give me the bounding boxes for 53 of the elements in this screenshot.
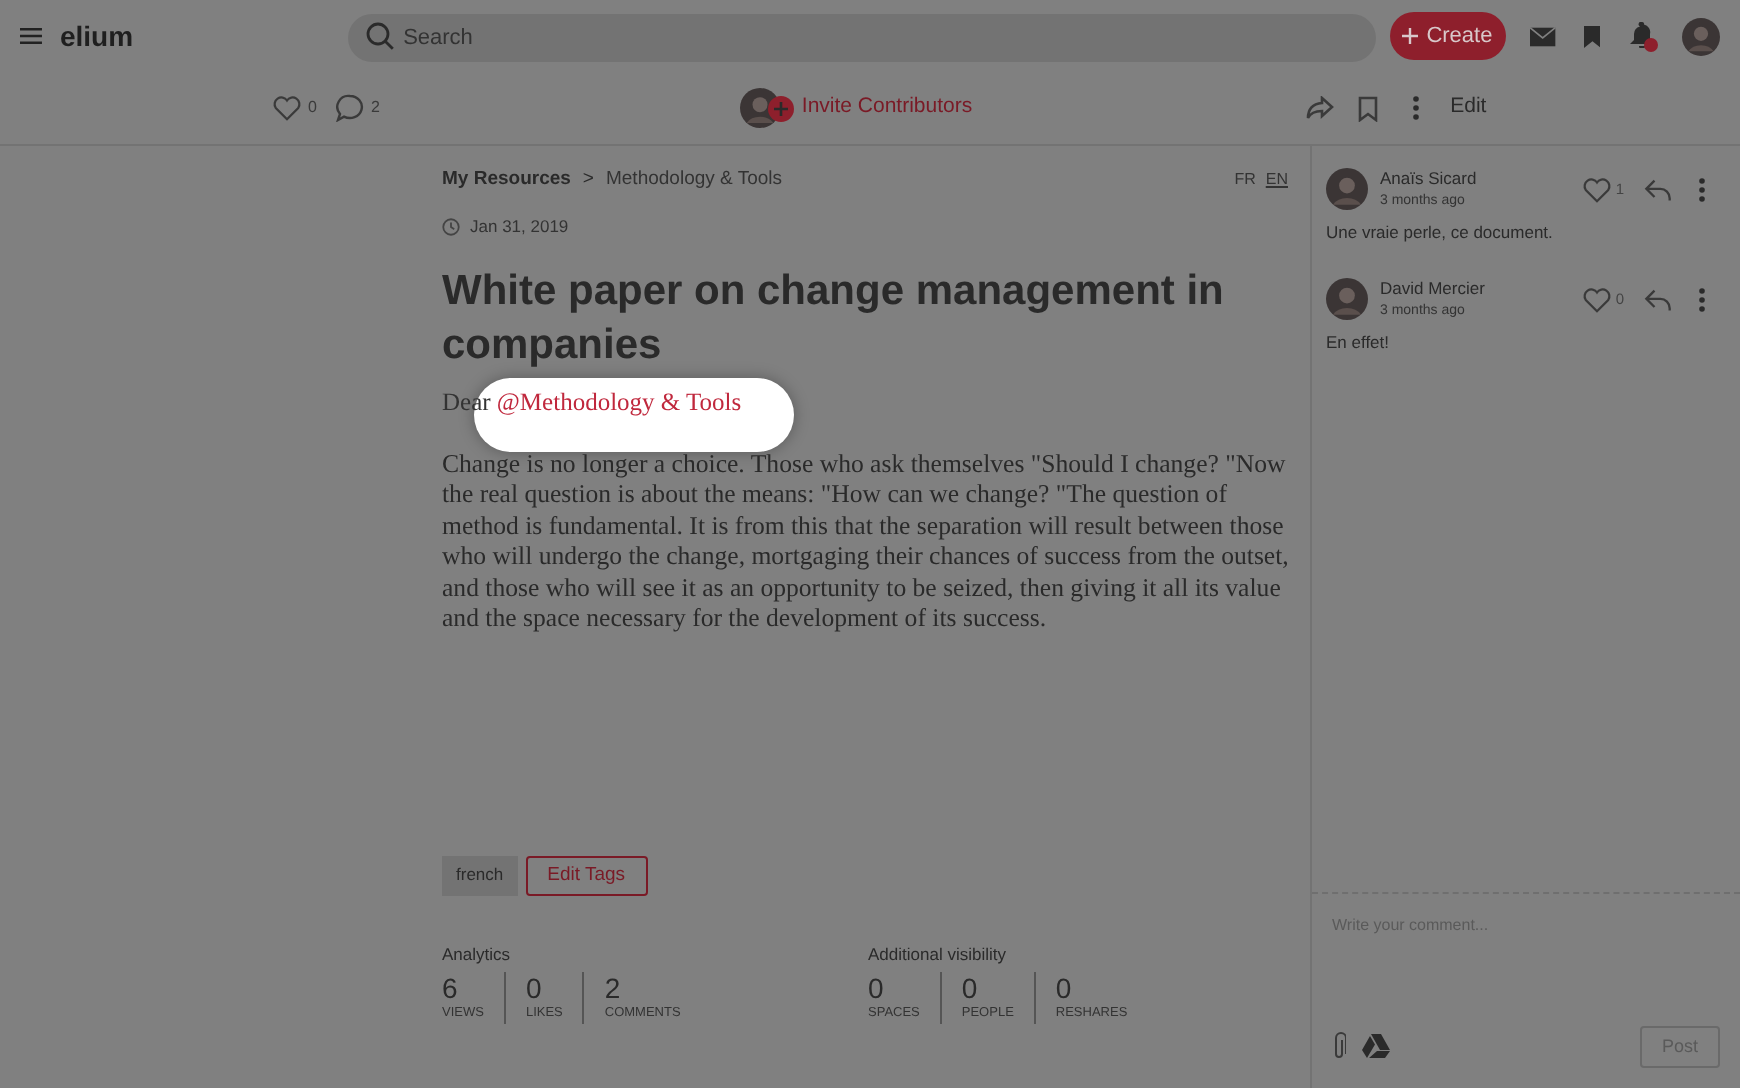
- paperclip-icon[interactable]: [1332, 1032, 1346, 1061]
- comment-text: En effet!: [1326, 330, 1392, 356]
- language-option[interactable]: EN: [1265, 168, 1288, 193]
- stat-value: 0: [961, 971, 980, 1004]
- more-icon[interactable]: [1698, 177, 1706, 202]
- more-icon[interactable]: [1412, 96, 1421, 120]
- comment-author[interactable]: David Mercier: [1380, 276, 1485, 302]
- heart-icon[interactable]: [1581, 175, 1612, 204]
- article-body: Change is no longer a choice. Those who ask themselves "Should I change? "Now the real question is about the means: "How can we change? "The question of method is fundamental. It is from this that the separation will result between those who will undergo the change, mortgaging their chances of success from the outset, and those who will see it as an opportunity to be seized, then giving it all its value and the space necessary for the development of its success.: [442, 449, 1291, 636]
- mail-icon[interactable]: [1529, 25, 1556, 47]
- breadcrumb-separator: >: [582, 166, 594, 194]
- heart-icon[interactable]: [272, 94, 302, 122]
- bell-icon[interactable]: [1630, 21, 1654, 47]
- clock-icon: [442, 218, 460, 237]
- search-field[interactable]: Search: [347, 14, 1376, 62]
- share-icon[interactable]: [1306, 96, 1335, 120]
- stat-value: 6: [442, 971, 460, 1004]
- article-title: White paper on change management in companies: [442, 266, 1226, 372]
- create-button[interactable]: Create: [1389, 12, 1506, 60]
- menu-icon[interactable]: [20, 26, 42, 46]
- avatar: [1682, 17, 1720, 55]
- invite-contributors-link[interactable]: Invite Contributors: [801, 92, 973, 124]
- bookmark-icon[interactable]: [1358, 95, 1379, 121]
- triangle-logo-icon[interactable]: [1362, 1034, 1390, 1059]
- edit-link[interactable]: Edit: [1450, 92, 1487, 124]
- stat-value: 0: [868, 971, 886, 1004]
- stat-value: 0: [1055, 971, 1074, 1004]
- more-icon[interactable]: [1698, 287, 1706, 312]
- section-heading: Additional visibility: [868, 942, 1008, 968]
- comment-icon[interactable]: [336, 94, 365, 122]
- bookmark-icon[interactable]: [1583, 23, 1600, 49]
- breadcrumb-link[interactable]: My Resources: [442, 166, 571, 195]
- section-heading: Analytics: [442, 942, 513, 968]
- reply-icon[interactable]: [1644, 177, 1672, 202]
- reply-icon[interactable]: [1644, 287, 1672, 312]
- comment-count: 2: [370, 96, 380, 120]
- stat-value: 2: [604, 971, 623, 1004]
- avatar: [1326, 278, 1368, 321]
- like-count: 0: [308, 96, 317, 120]
- breadcrumb-link[interactable]: Methodology & Tools: [605, 166, 783, 195]
- language-option[interactable]: FR: [1234, 168, 1256, 193]
- app-logo[interactable]: elium: [59, 15, 134, 57]
- add-contributor-icon[interactable]: [767, 95, 794, 121]
- search-icon: [365, 22, 394, 50]
- tag-chip[interactable]: french: [442, 855, 518, 896]
- stat-value: 0: [525, 971, 544, 1004]
- comment-text: Une vraie perle, ce document.: [1326, 220, 1555, 246]
- edit-tags-button[interactable]: Edit Tags: [525, 855, 648, 896]
- comment-author[interactable]: Anaïs Sicard: [1380, 166, 1477, 192]
- publish-date: Jan 31, 2019: [470, 214, 569, 240]
- plus-icon: [1402, 28, 1419, 44]
- avatar: [1326, 168, 1368, 211]
- heart-icon[interactable]: [1581, 285, 1612, 314]
